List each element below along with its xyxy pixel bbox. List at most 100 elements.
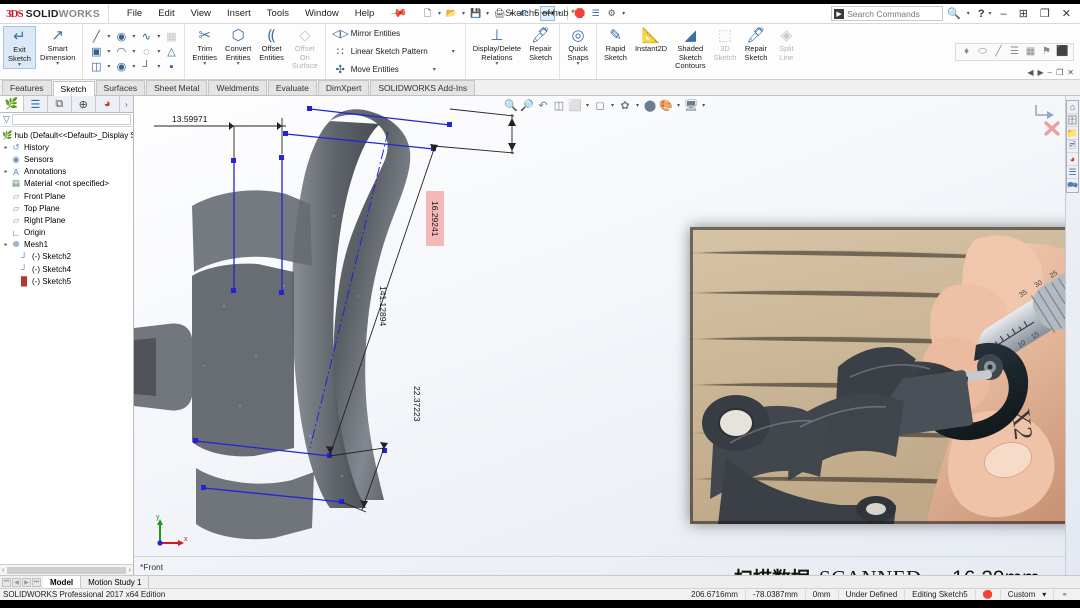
plane-sketch-icon[interactable]: ▪: [163, 60, 179, 74]
select-arrow-icon[interactable]: ⟶: [540, 6, 556, 21]
home-icon[interactable]: ⌂: [1067, 101, 1078, 114]
tab-model[interactable]: Model: [43, 576, 82, 588]
fillet-icon[interactable]: ┘: [138, 60, 154, 74]
menu-edit[interactable]: Edit: [150, 6, 182, 21]
doc-restore-button[interactable]: ❐: [1056, 68, 1063, 77]
undo-icon[interactable]: ↶: [516, 6, 531, 21]
display-style-icon[interactable]: ◻: [593, 98, 607, 112]
slot-icon[interactable]: ◫: [88, 60, 104, 74]
tab-sketch[interactable]: Sketch: [52, 81, 95, 96]
search-icon[interactable]: 🔍: [947, 7, 961, 20]
help-dropdown-icon[interactable]: ▾: [987, 10, 994, 17]
spline-icon[interactable]: ∿: [138, 30, 154, 44]
view-orientation-icon[interactable]: ⬜: [568, 98, 582, 112]
display-manager-tab[interactable]: ◕: [96, 96, 120, 112]
expand-arrow-icon[interactable]: ▸: [2, 241, 10, 248]
tree-item-annotations[interactable]: ▸ A Annotations: [0, 166, 133, 178]
tree-item-mesh1[interactable]: ▸ ☸ Mesh1: [0, 239, 133, 251]
appearance-icon[interactable]: ♦: [960, 46, 973, 58]
menu-insert[interactable]: Insert: [219, 6, 259, 21]
quick-snaps-button[interactable]: ◎ Quick Snaps ▾: [563, 26, 593, 68]
move-entities-button[interactable]: ✣ Move Entities ▾: [332, 62, 459, 78]
view-settings-icon[interactable]: 🎨: [659, 98, 673, 112]
tree-item-right-plane[interactable]: ▱ Right Plane: [0, 214, 133, 226]
tree-root-hub[interactable]: 🌿 hub (Default<<Default>_Display State 1: [0, 129, 133, 141]
nav-next-button[interactable]: ▶: [22, 577, 31, 587]
tree-item-sketch5[interactable]: █ (-) Sketch5: [0, 275, 133, 287]
minimize-button[interactable]: –: [996, 8, 1012, 20]
line-icon[interactable]: ╱: [88, 30, 104, 44]
dim-141-12894[interactable]: 141.12894: [378, 286, 388, 326]
view-palette-icon[interactable]: 🖻: [1067, 140, 1078, 153]
chevron-down-icon[interactable]: ▾: [203, 61, 206, 67]
apply-scene-icon[interactable]: ⬤: [643, 98, 657, 112]
scroll-right-icon[interactable]: ›: [129, 567, 131, 574]
exit-sketch-button[interactable]: ↵ Exit Sketch ▾: [3, 26, 36, 70]
scene-icon[interactable]: ⬭: [976, 46, 989, 58]
3dexperience-icon[interactable]: 🗪: [1067, 179, 1078, 192]
dim-13-59971[interactable]: 13.59971: [172, 114, 207, 124]
section-view-icon[interactable]: ◫: [552, 98, 566, 112]
close-button[interactable]: ✕: [1057, 7, 1076, 20]
section-view-icon[interactable]: ▦: [1024, 46, 1037, 58]
tab-surfaces[interactable]: Surfaces: [95, 80, 146, 95]
sketch-text-icon[interactable]: △: [163, 45, 179, 59]
ellipse-icon[interactable]: ◌: [138, 45, 154, 59]
smart-dimension-button[interactable]: ↗ Smart Dimension ▾: [36, 26, 79, 68]
scroll-left-icon[interactable]: ‹: [2, 567, 4, 574]
print-icon[interactable]: 🖨: [492, 6, 507, 21]
tree-item-history[interactable]: ▸ ↺ History: [0, 141, 133, 153]
convert-entities-button[interactable]: ⬡ Convert Entities ▾: [221, 26, 255, 68]
nav-last-button[interactable]: ⏭: [32, 577, 41, 587]
sketch-confirm-corner[interactable]: [1032, 101, 1062, 137]
zoom-to-fit-icon[interactable]: 🔍: [504, 98, 518, 112]
edit-line-icon[interactable]: ╱: [992, 46, 1005, 58]
menu-window[interactable]: Window: [297, 6, 347, 21]
filter-input[interactable]: [11, 114, 131, 125]
tab-motion-study-1[interactable]: Motion Study 1: [81, 576, 150, 588]
repair-sketch-button[interactable]: 🖊 Repair Sketch: [525, 26, 556, 62]
point-icon[interactable]: ◉: [113, 60, 129, 74]
tree-item-sensors[interactable]: ◉ Sensors: [0, 153, 133, 165]
new-document-icon[interactable]: 🗋: [420, 6, 435, 21]
tab-evaluate[interactable]: Evaluate: [267, 80, 317, 95]
zoom-to-area-icon[interactable]: 🔎: [520, 98, 534, 112]
display-delete-relations-button[interactable]: ⊥ Display/Delete Relations ▾: [469, 26, 525, 68]
dim-22-37223[interactable]: 22.37223: [412, 386, 422, 421]
menu-file[interactable]: File: [119, 6, 150, 21]
tab-weldments[interactable]: Weldments: [208, 80, 267, 95]
save-icon[interactable]: 💾: [468, 6, 483, 21]
shaded-sketch-contours-button[interactable]: ◢ Shaded Sketch Contours: [671, 26, 709, 71]
dim-16-29241[interactable]: 16.29241: [426, 191, 444, 247]
tab-dimxpert[interactable]: DimXpert: [317, 80, 370, 95]
more-tabs-icon[interactable]: ›: [120, 96, 133, 112]
expand-arrow-icon[interactable]: ▸: [2, 144, 10, 151]
mirror-entities-button[interactable]: ◁▷ Mirror Entities: [332, 26, 459, 42]
search-dropdown-icon[interactable]: ▾: [965, 10, 972, 17]
appearances-icon[interactable]: ◕: [1067, 153, 1078, 166]
tree-item-top-plane[interactable]: ▱ Top Plane: [0, 202, 133, 214]
circle-icon[interactable]: ◉: [113, 30, 129, 44]
linear-sketch-pattern-button[interactable]: ∷ Linear Sketch Pattern ▾: [332, 44, 459, 60]
feature-tree-tab[interactable]: 🌿: [0, 96, 24, 112]
rebuild-indicator-icon[interactable]: 🛑: [974, 590, 1000, 599]
chevron-down-icon[interactable]: ▾: [56, 61, 59, 67]
nav-prev-button[interactable]: ◀: [12, 577, 21, 587]
nav-first-button[interactable]: ⏮: [2, 577, 11, 587]
decal-icon[interactable]: ⚑: [1040, 46, 1053, 58]
hide-show-items-icon[interactable]: ✿: [618, 98, 632, 112]
instant2d-button[interactable]: 📐 Instant2D: [631, 26, 671, 54]
tree-horizontal-scrollbar[interactable]: ‹ ›: [0, 564, 133, 575]
chevron-down-icon[interactable]: ▾: [431, 66, 438, 73]
chevron-down-icon[interactable]: ▾: [450, 48, 457, 55]
settings-gear-icon[interactable]: ⚙: [604, 6, 619, 21]
display-list-icon[interactable]: ☰: [1008, 46, 1021, 58]
options-list-icon[interactable]: ☰: [588, 6, 603, 21]
tree-item-material[interactable]: ▤ Material <not specified>: [0, 178, 133, 190]
doc-close-button[interactable]: ✕: [1067, 68, 1074, 77]
configuration-manager-tab[interactable]: ⧉: [48, 96, 72, 112]
chevron-down-icon[interactable]: ▾: [577, 61, 580, 67]
tree-item-origin[interactable]: ∟ Origin: [0, 227, 133, 239]
property-manager-tab[interactable]: ☰: [24, 96, 48, 112]
pushpin-icon[interactable]: 📌: [390, 4, 409, 23]
